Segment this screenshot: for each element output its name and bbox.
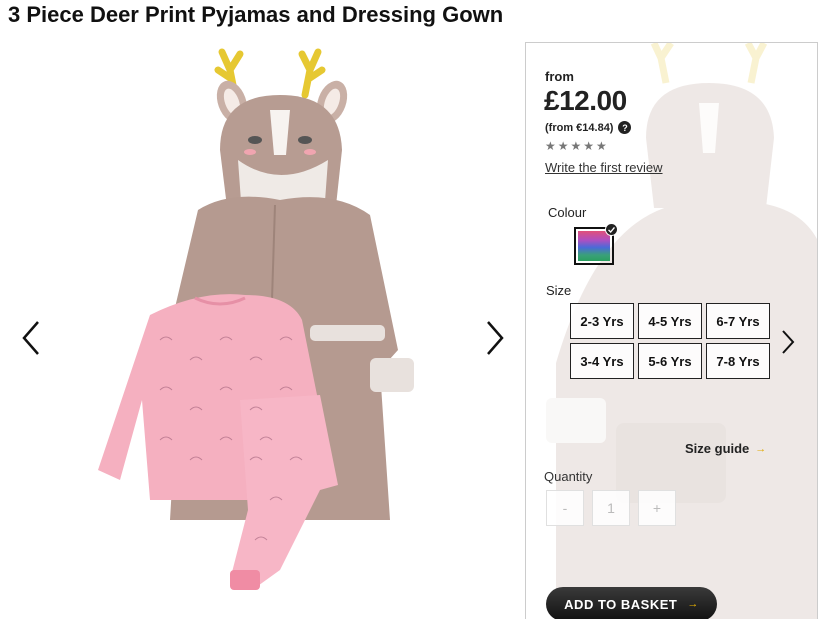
arrow-right-icon: →	[687, 598, 699, 610]
arrow-right-icon: →	[755, 442, 767, 455]
chevron-right-icon[interactable]	[482, 318, 508, 358]
chevron-right-icon[interactable]	[780, 329, 796, 355]
product-title: 3 Piece Deer Print Pyjamas and Dressing …	[8, 2, 504, 27]
check-icon	[605, 223, 618, 236]
size-options: 2-3 Yrs 4-5 Yrs 6-7 Yrs 3-4 Yrs 5-6 Yrs …	[570, 303, 770, 379]
euro-price: (from €14.84)	[545, 121, 614, 134]
product-image	[98, 48, 414, 590]
colour-swatch[interactable]	[574, 223, 618, 265]
size-label: Size	[546, 283, 572, 298]
size-option-6-7[interactable]: 6-7 Yrs	[706, 303, 770, 339]
rating-stars: ★★★★★	[545, 139, 609, 153]
size-option-4-5[interactable]: 4-5 Yrs	[638, 303, 702, 339]
size-option-2-3[interactable]: 2-3 Yrs	[570, 303, 634, 339]
quantity-stepper: - +	[546, 490, 676, 526]
size-option-5-6[interactable]: 5-6 Yrs	[638, 343, 702, 379]
size-option-3-4[interactable]: 3-4 Yrs	[570, 343, 634, 379]
quantity-decrease-button[interactable]: -	[546, 490, 584, 526]
colour-label: Colour	[548, 205, 587, 220]
quantity-label: Quantity	[544, 469, 593, 484]
chevron-left-icon[interactable]	[18, 318, 44, 358]
multicolour-swatch-icon	[578, 231, 610, 261]
purchase-panel: from £12.00 (from €14.84) ? ★★★★★ Write …	[525, 42, 818, 619]
product-gallery	[0, 40, 520, 619]
help-icon[interactable]: ?	[618, 121, 632, 134]
quantity-input[interactable]	[592, 490, 630, 526]
size-option-7-8[interactable]: 7-8 Yrs	[706, 343, 770, 379]
add-to-basket-label: ADD TO BASKET	[564, 596, 678, 612]
size-guide-label: Size guide	[685, 441, 750, 456]
from-label: from	[545, 69, 574, 84]
quantity-increase-button[interactable]: +	[638, 490, 676, 526]
euro-price-row: (from €14.84) ?	[545, 121, 632, 134]
write-review-link[interactable]: Write the first review	[545, 160, 663, 175]
price: £12.00	[544, 85, 627, 116]
size-guide-link[interactable]: Size guide →	[685, 441, 766, 456]
add-to-basket-button[interactable]: ADD TO BASKET →	[546, 587, 717, 619]
